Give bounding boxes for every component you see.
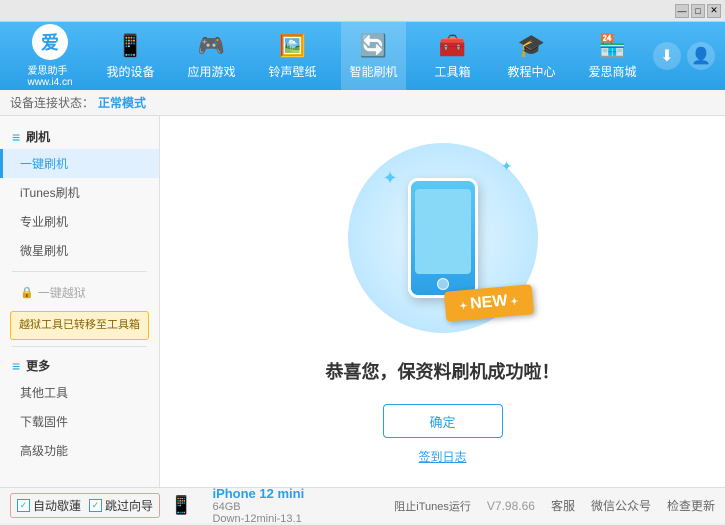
phone-body (408, 178, 478, 298)
smart-flash-icon: 🔄 (360, 33, 387, 59)
restore-button[interactable]: □ (691, 4, 705, 18)
sidebar-item-download-firmware[interactable]: 下载固件 (0, 407, 159, 436)
apps-games-icon: 🎮 (198, 33, 225, 59)
new-badge: NEW (444, 284, 534, 322)
sidebar-item-itunes-flash[interactable]: iTunes刷机 (0, 178, 159, 207)
nav-item-smart-flash[interactable]: 🔄 智能刷机 (341, 22, 405, 90)
window-controls[interactable]: — □ ✕ (675, 4, 721, 18)
nav-item-shop[interactable]: 🏪 爱思商城 (580, 22, 644, 90)
minimize-button[interactable]: — (675, 4, 689, 18)
my-device-icon: 📱 (117, 33, 144, 59)
phone-home-button (437, 278, 449, 290)
device-name: iPhone 12 mini (212, 486, 304, 501)
flash-section-icon: ≡ (12, 129, 20, 145)
title-bar: — □ ✕ (0, 0, 725, 22)
sparkle-right-icon: ✦ (501, 158, 513, 175)
device-icon: 📱 (170, 495, 192, 516)
app-container: 爱 爱思助手 www.i4.cn 📱 我的设备 🎮 应用游戏 🖼️ 铃声壁纸 🔄… (0, 22, 725, 523)
main-content: ✦ ✦ NEW 恭喜您，保资料刷机成功啦！ 确定 签到日志 (160, 116, 725, 487)
checkbox-area: ✓ 自动歇蓮 ✓ 跳过向导 (10, 493, 160, 518)
check-update-link[interactable]: 检查更新 (667, 497, 715, 514)
customer-service-link[interactable]: 客服 (551, 497, 575, 514)
close-button[interactable]: ✕ (707, 4, 721, 18)
profile-button[interactable]: 👤 (687, 42, 715, 70)
sidebar: ≡ 刷机 一键刷机 iTunes刷机 专业刷机 微星刷机 🔒 一键越狱 越狱工具 (0, 116, 160, 487)
status-value: 正常模式 (98, 94, 146, 111)
nav-item-tutorial[interactable]: 🎓 教程中心 (499, 22, 563, 90)
bottom-right-area: 阻止iTunes运行 V7.98.66 客服 微信公众号 检查更新 (394, 497, 715, 514)
sidebar-item-one-click-flash[interactable]: 一键刷机 (0, 149, 159, 178)
flash-section-header: ≡ 刷机 (0, 124, 159, 149)
download-button[interactable]: ⬇ (653, 42, 681, 70)
sidebar-item-jailbreak-locked: 🔒 一键越狱 (0, 278, 159, 307)
toolbox-icon: 🧰 (439, 33, 466, 59)
auto-switch-checkbox[interactable]: ✓ 自动歇蓮 (17, 497, 81, 514)
skip-wizard-checkbox[interactable]: ✓ 跳过向导 (89, 497, 153, 514)
nav-item-wallpaper[interactable]: 🖼️ 铃声壁纸 (260, 22, 324, 90)
nav-item-my-device[interactable]: 📱 我的设备 (98, 22, 162, 90)
success-text: 恭喜您，保资料刷机成功啦！ (326, 358, 560, 384)
sidebar-item-save-flash[interactable]: 微星刷机 (0, 236, 159, 265)
sidebar-divider-2 (12, 346, 147, 347)
nav-items: 📱 我的设备 🎮 应用游戏 🖼️ 铃声壁纸 🔄 智能刷机 🧰 工具箱 🎓 (90, 22, 653, 90)
device-info: iPhone 12 mini 64GB Down-12mini-13.1 (212, 486, 304, 525)
lock-icon: 🔒 (20, 286, 34, 299)
device-storage: 64GB (212, 501, 304, 513)
logo-area: 爱 爱思助手 www.i4.cn (10, 24, 90, 88)
top-nav: 爱 爱思助手 www.i4.cn 📱 我的设备 🎮 应用游戏 🖼️ 铃声壁纸 🔄… (0, 22, 725, 90)
status-label: 设备连接状态： (10, 94, 94, 111)
sidebar-item-advanced[interactable]: 高级功能 (0, 436, 159, 465)
stop-itunes-button[interactable]: 阻止iTunes运行 (394, 498, 471, 514)
device-firmware: Down-12mini-13.1 (212, 513, 304, 525)
content-area: ≡ 刷机 一键刷机 iTunes刷机 专业刷机 微星刷机 🔒 一键越狱 越狱工具 (0, 116, 725, 487)
wechat-link[interactable]: 微信公众号 (591, 497, 651, 514)
skip-wizard-check-icon: ✓ (89, 499, 102, 512)
tutorial-icon: 🎓 (518, 33, 545, 59)
version-text: V7.98.66 (487, 499, 535, 513)
nav-item-toolbox[interactable]: 🧰 工具箱 (422, 22, 482, 90)
logo-text: 爱思助手 www.i4.cn (27, 62, 72, 88)
wallpaper-icon: 🖼️ (279, 33, 306, 59)
phone-screen (415, 189, 471, 274)
sidebar-item-pro-flash[interactable]: 专业刷机 (0, 207, 159, 236)
more-section-header: ≡ 更多 (0, 353, 159, 378)
nav-item-apps-games[interactable]: 🎮 应用游戏 (179, 22, 243, 90)
status-bar: 设备连接状态： 正常模式 (0, 90, 725, 116)
confirm-button[interactable]: 确定 (383, 404, 503, 438)
sidebar-item-other-tools[interactable]: 其他工具 (0, 378, 159, 407)
logo-icon: 爱 (32, 24, 68, 60)
daily-sign-link[interactable]: 签到日志 (418, 448, 466, 465)
auto-switch-check-icon: ✓ (17, 499, 30, 512)
sidebar-divider-1 (12, 271, 147, 272)
phone-illustration: ✦ ✦ NEW (343, 138, 543, 338)
nav-right: ⬇ 👤 (653, 42, 715, 70)
bottom-bar: ✓ 自动歇蓮 ✓ 跳过向导 📱 iPhone 12 mini 64GB Down… (0, 487, 725, 523)
sparkle-left-icon: ✦ (383, 168, 398, 189)
more-section-icon: ≡ (12, 358, 20, 374)
shop-icon: 🏪 (599, 33, 626, 59)
sidebar-alert-box: 越狱工具已转移至工具箱 (10, 311, 149, 340)
